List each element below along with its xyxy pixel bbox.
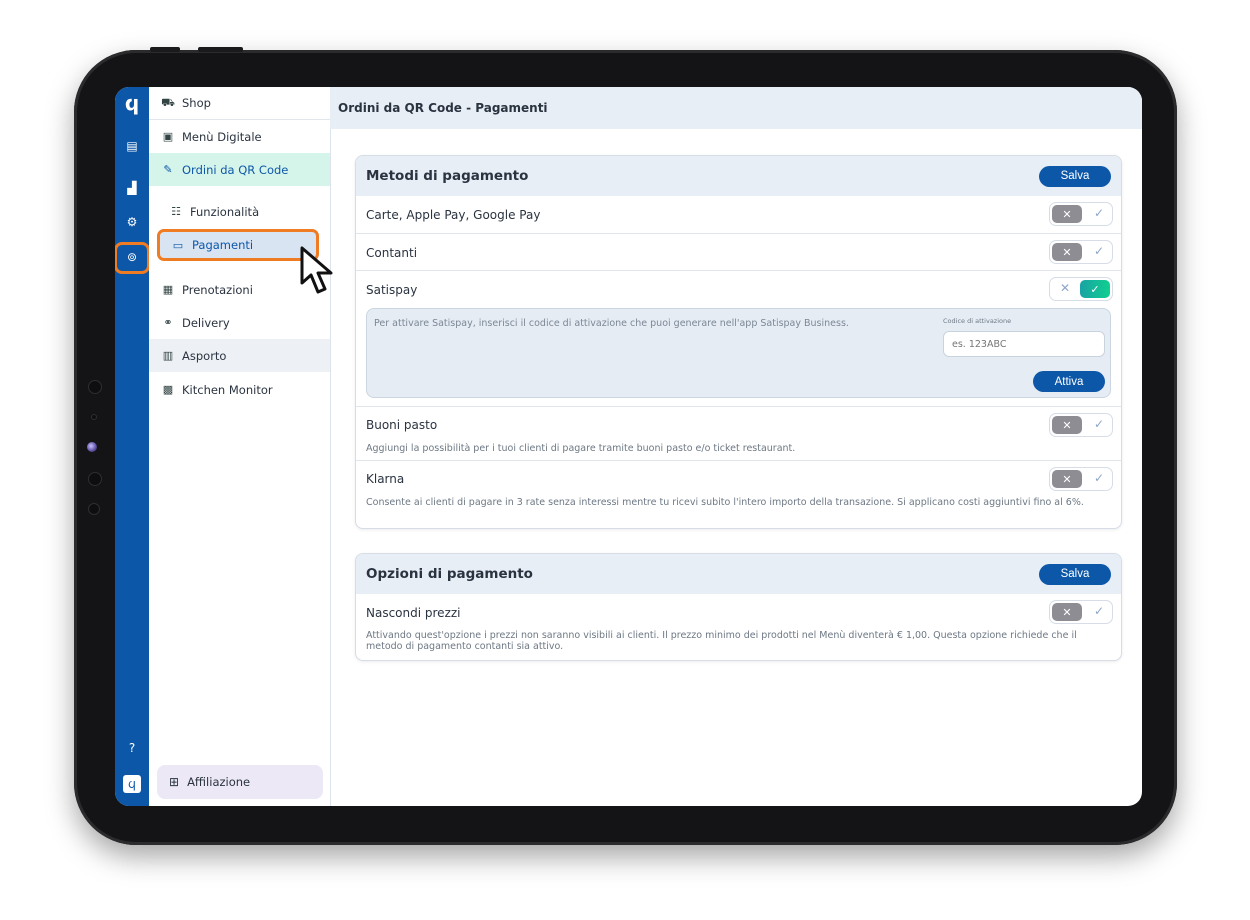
scooter-icon: ⚭ xyxy=(163,316,173,329)
option-label: Nascondi prezzi xyxy=(366,606,461,620)
lens-icon xyxy=(87,442,97,452)
toggle-klarna[interactable]: ✕ ✓ xyxy=(1049,467,1113,491)
satispay-activation: Per attivare Satispay, inserisci il codi… xyxy=(356,308,1121,406)
method-row-contanti: Contanti ✕ ✓ xyxy=(356,233,1121,270)
sensor-icon xyxy=(91,414,97,420)
sidebar-item-delivery[interactable]: ⚭ Delivery xyxy=(149,306,330,339)
camera-icon xyxy=(88,380,102,394)
satispay-panel: Per attivare Satispay, inserisci il codi… xyxy=(366,308,1111,398)
sidebar-item-shop[interactable]: ⛟ Shop xyxy=(149,87,330,120)
page-header: Ordini da QR Code - Pagamenti xyxy=(330,87,1142,129)
card-title: Opzioni di pagamento xyxy=(366,566,533,582)
bag-icon: ▥ xyxy=(162,349,174,362)
check-icon: ✓ xyxy=(1093,206,1104,220)
toggle-off-icon: ✕ xyxy=(1052,603,1082,621)
satispay-info: Per attivare Satispay, inserisci il codi… xyxy=(374,318,849,329)
gift-icon: ⊞ xyxy=(169,775,180,789)
sidebar: ⛟ Shop ▣ Menù Digitale ✎ Ordini da QR Code … xyxy=(149,87,331,806)
check-icon: ✓ xyxy=(1093,604,1104,618)
check-icon: ✓ xyxy=(1093,417,1104,431)
tablet-button xyxy=(150,47,180,52)
save-button[interactable]: Salva xyxy=(1039,563,1111,585)
rail-active-highlight xyxy=(115,242,150,274)
card-title: Metodi di pagamento xyxy=(366,168,529,184)
calendar-icon: ▦ xyxy=(162,283,174,296)
method-label: Satispay xyxy=(366,283,418,297)
monitor-icon: ▩ xyxy=(162,383,174,396)
payment-methods-card: Metodi di pagamento Salva Carte, Apple P… xyxy=(355,155,1122,529)
qr-order-icon: ✎ xyxy=(163,163,173,176)
account-logo-icon[interactable]: ϥ xyxy=(115,775,149,793)
sidebar-item-pagamenti[interactable]: ▭ Pagamenti xyxy=(157,229,319,261)
activate-button[interactable]: Attiva xyxy=(1033,371,1105,392)
tablet-button xyxy=(198,47,243,52)
features-icon: ☷ xyxy=(171,205,181,218)
method-row-satispay: Satispay ✕ ✓ xyxy=(356,270,1121,308)
payment-options-card: Opzioni di pagamento Salva Nascondi prez… xyxy=(355,553,1122,661)
mouse-cursor-icon xyxy=(300,246,333,294)
sidebar-item-funzionalita[interactable]: ☷ Funzionalità xyxy=(149,195,330,228)
affiliazione-button[interactable]: ⊞ Affiliazione xyxy=(157,765,323,799)
method-row-klarna: Klarna Consente ai clienti di pagare in … xyxy=(356,460,1121,528)
method-label: Contanti xyxy=(366,246,418,260)
save-button[interactable]: Salva xyxy=(1039,165,1111,187)
check-icon: ✓ xyxy=(1093,244,1104,258)
toggle-buoni[interactable]: ✕ ✓ xyxy=(1049,413,1113,437)
app-screen: ϥ ▤ ▟ ⚙ ⊚ ? ϥ ⛟ Shop ▣ Menù Digitale ✎ Ordi… xyxy=(115,87,1142,806)
method-label: Buoni pasto xyxy=(366,418,438,432)
method-label: Carte, Apple Pay, Google Pay xyxy=(366,208,541,222)
card-header: Opzioni di pagamento Salva xyxy=(356,554,1121,594)
method-description: Aggiungi la possibilità per i tuoi clien… xyxy=(366,443,796,454)
toggle-satispay[interactable]: ✕ ✓ xyxy=(1049,277,1113,301)
card-icon: ▭ xyxy=(172,238,184,252)
method-label: Klarna xyxy=(366,472,405,486)
close-icon: ✕ xyxy=(1060,281,1071,295)
toggle-off-icon: ✕ xyxy=(1052,470,1082,488)
toggle-off-icon: ✕ xyxy=(1052,205,1082,223)
sensor-icon xyxy=(88,503,100,515)
method-row-buoni: Buoni pasto Aggiungi la possibilità per … xyxy=(356,406,1121,460)
sidebar-item-asporto[interactable]: ▥ Asporto xyxy=(149,339,330,372)
card-header: Metodi di pagamento Salva xyxy=(356,156,1121,196)
icon-rail: ϥ ▤ ▟ ⚙ ⊚ ? ϥ xyxy=(115,87,150,806)
sidebar-item-menu-digitale[interactable]: ▣ Menù Digitale xyxy=(149,120,330,153)
toggle-off-icon: ✕ xyxy=(1052,416,1082,434)
toggle-nascondi-prezzi[interactable]: ✕ ✓ xyxy=(1049,600,1113,624)
basket-icon: ⛟ xyxy=(161,95,175,109)
page-title: Ordini da QR Code - Pagamenti xyxy=(338,101,548,115)
settings-icon[interactable]: ⚙ xyxy=(115,215,149,229)
stats-icon[interactable]: ▟ xyxy=(115,181,149,195)
option-row-nascondi-prezzi: Nascondi prezzi Attivando quest'opzione … xyxy=(356,594,1121,660)
toggle-contanti[interactable]: ✕ ✓ xyxy=(1049,240,1113,264)
activation-code-input[interactable] xyxy=(943,331,1105,357)
check-icon: ✓ xyxy=(1080,280,1110,298)
receipt-icon[interactable]: ▤ xyxy=(115,139,149,153)
help-icon[interactable]: ? xyxy=(115,741,149,755)
check-icon: ✓ xyxy=(1093,471,1104,485)
method-row-carte: Carte, Apple Pay, Google Pay ✕ ✓ xyxy=(356,196,1121,233)
sidebar-item-kitchen-monitor[interactable]: ▩ Kitchen Monitor xyxy=(149,373,330,406)
sensor-icon xyxy=(88,472,102,486)
method-description: Consente ai clienti di pagare in 3 rate … xyxy=(366,497,1084,508)
code-label: Codice di attivazione xyxy=(943,317,1012,325)
option-description: Attivando quest'opzione i prezzi non sar… xyxy=(366,630,1077,652)
toggle-carte[interactable]: ✕ ✓ xyxy=(1049,202,1113,226)
sidebar-item-ordini-qr[interactable]: ✎ Ordini da QR Code xyxy=(149,153,330,186)
menu-icon: ▣ xyxy=(162,130,174,143)
toggle-off-icon: ✕ xyxy=(1052,243,1082,261)
logo-icon: ϥ xyxy=(124,91,140,115)
